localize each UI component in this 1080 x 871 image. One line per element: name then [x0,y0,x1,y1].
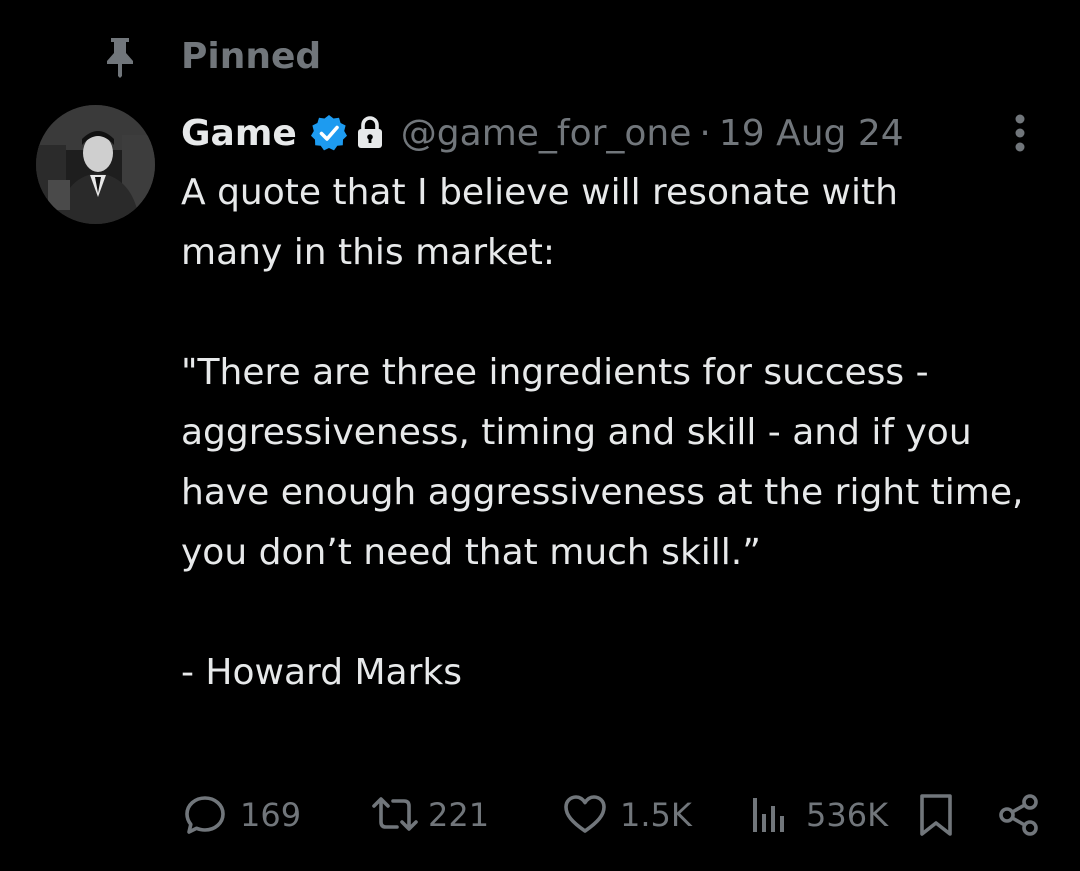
repost-icon [372,797,418,831]
tweet-text: A quote that I believe will resonate wit… [181,163,1061,703]
header-separator: · [699,112,711,154]
like-button[interactable]: 1.5K [562,790,692,840]
tweet-header: Game @game_for_one · 19 Aug 24 [181,108,1041,158]
share-button[interactable] [996,790,1042,840]
verified-badge-icon[interactable] [309,113,349,153]
share-icon [999,794,1038,836]
heart-icon [564,795,606,833]
pinned-label: Pinned [181,36,322,77]
pin-icon [103,34,137,80]
repost-button[interactable]: 221 [370,790,489,840]
avatar[interactable] [36,105,155,224]
tweet-quote: "There are three ingredients for success… [181,352,1024,573]
bookmark-button[interactable] [914,790,958,840]
more-vertical-icon [1015,114,1025,152]
pinned-indicator: Pinned [103,34,321,80]
tweet-attribution: - Howard Marks [181,652,463,693]
reply-button[interactable]: 169 [182,790,301,840]
like-count: 1.5K [620,796,692,834]
avatar-photo [36,105,155,224]
lock-icon [355,115,385,151]
views-count: 536K [806,796,889,834]
reply-icon [185,796,225,834]
more-options-button[interactable] [1000,108,1040,158]
author-handle[interactable]: @game_for_one [401,113,692,154]
repost-count: 221 [428,796,490,834]
tweet-intro: A quote that I believe will resonate wit… [181,172,898,273]
reply-count: 169 [240,796,302,834]
author-name[interactable]: Game [181,113,297,154]
action-bar: 169 221 1.5K 536K [0,790,1080,840]
views-button[interactable]: 536K [750,790,888,840]
bookmark-icon [920,794,952,836]
analytics-icon [753,798,784,832]
tweet-timestamp[interactable]: 19 Aug 24 [719,113,904,154]
